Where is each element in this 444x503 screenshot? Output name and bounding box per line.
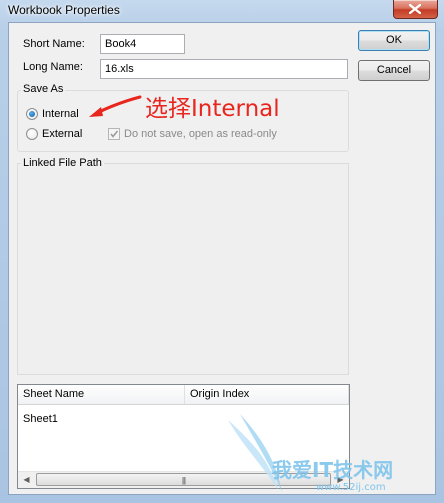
short-name-label: Short Name: <box>23 38 85 50</box>
long-name-label: Long Name: <box>23 61 83 73</box>
checkmark-icon <box>110 130 119 138</box>
annotation-text: 选择Internal <box>145 96 280 122</box>
title-bar[interactable]: Workbook Properties <box>0 0 444 22</box>
watermark-url: www.52ij.com <box>316 482 386 493</box>
table-row[interactable]: Sheet1 <box>23 413 58 425</box>
external-radio[interactable] <box>26 128 38 140</box>
cancel-button[interactable]: Cancel <box>358 60 430 81</box>
dialog-window: Workbook Properties Short Name: Book4 Lo… <box>0 0 444 503</box>
grip-icon: ||| <box>181 476 186 485</box>
linked-file-path-panel <box>17 163 349 375</box>
column-header-origin-index[interactable]: Origin Index <box>185 385 349 404</box>
readonly-label: Do not save, open as read-only <box>124 128 277 140</box>
linked-file-path-title: Linked File Path <box>21 157 104 169</box>
column-header-sheet-name[interactable]: Sheet Name <box>18 385 185 404</box>
watermark-text: 我爱IT技术网 <box>272 458 394 482</box>
close-icon <box>409 4 421 14</box>
sheet-name-cell: Sheet1 <box>23 413 58 425</box>
window-title: Workbook Properties <box>8 3 120 17</box>
scroll-left-icon[interactable]: ◀ <box>18 472 35 488</box>
red-arrow-icon <box>89 95 142 117</box>
readonly-checkbox[interactable] <box>108 128 120 140</box>
short-name-input[interactable]: Book4 <box>100 34 185 54</box>
sheet-list-header: Sheet Name Origin Index <box>18 385 349 405</box>
ok-button[interactable]: OK <box>358 30 430 51</box>
save-as-title: Save As <box>21 83 66 95</box>
close-button[interactable] <box>393 0 438 19</box>
internal-label[interactable]: Internal <box>42 108 79 120</box>
external-label[interactable]: External <box>42 128 82 140</box>
internal-radio[interactable] <box>26 108 38 120</box>
long-name-input[interactable]: 16.xls <box>100 59 348 79</box>
